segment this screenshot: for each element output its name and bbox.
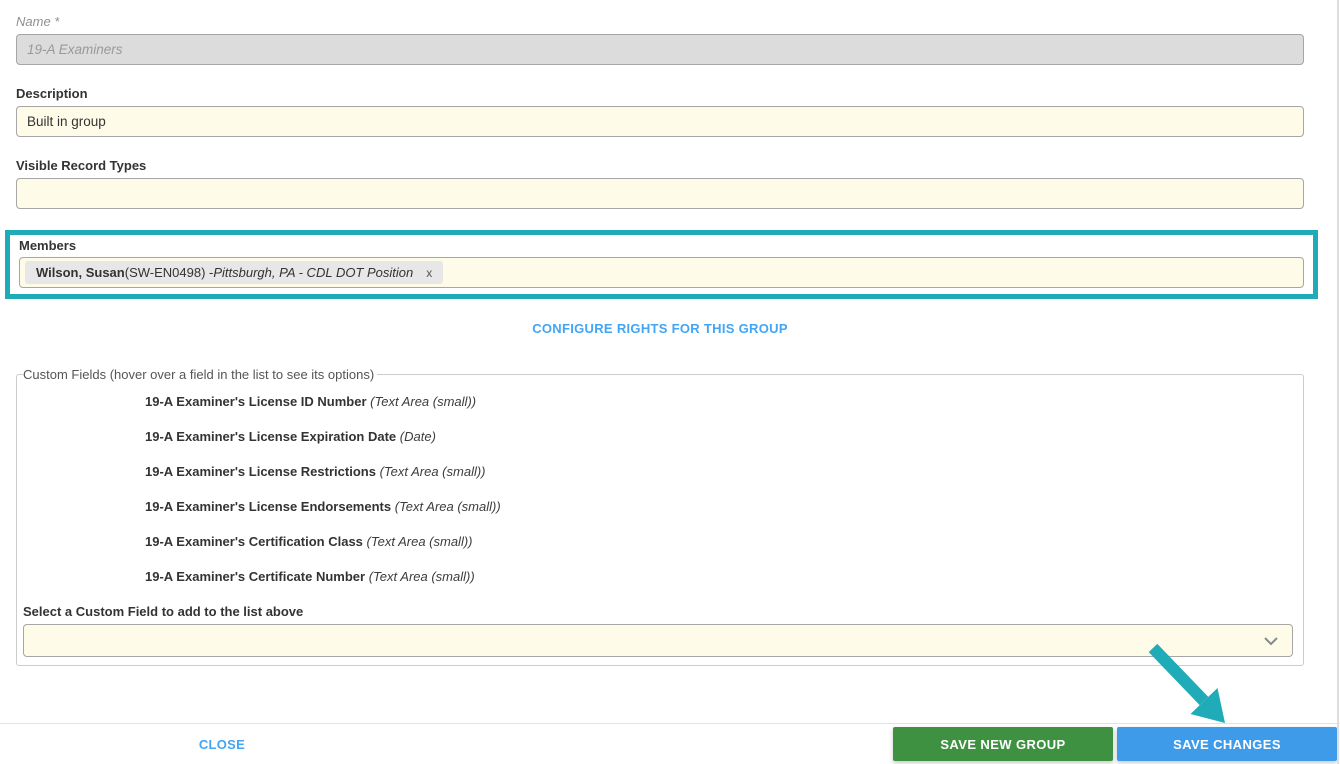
save-new-group-button[interactable]: SAVE NEW GROUP — [893, 727, 1113, 761]
custom-fields-legend: Custom Fields (hover over a field in the… — [23, 367, 375, 382]
description-label: Description — [16, 86, 88, 101]
member-chip-id: (SW-EN0498) - — [124, 265, 214, 280]
configure-rights-link[interactable]: CONFIGURE RIGHTS FOR THIS GROUP — [532, 321, 788, 336]
configure-rights-row: CONFIGURE RIGHTS FOR THIS GROUP — [16, 320, 1304, 338]
name-input — [16, 34, 1304, 65]
custom-field-item[interactable]: 19-A Examiner's Certificate Number (Text… — [145, 569, 1293, 584]
member-chip-name: Wilson, Susan — [36, 265, 125, 280]
description-field-group: Description — [16, 86, 1304, 137]
visible-record-types-field-group: Visible Record Types — [16, 158, 1304, 209]
members-label: Members — [19, 238, 77, 253]
dialog-footer: CLOSE SAVE NEW GROUP SAVE CHANGES — [0, 723, 1340, 764]
custom-field-item[interactable]: 19-A Examiner's License Expiration Date … — [145, 429, 1293, 444]
custom-field-item[interactable]: 19-A Examiner's Certification Class (Tex… — [145, 534, 1293, 549]
custom-field-item[interactable]: 19-A Examiner's License Restrictions (Te… — [145, 464, 1293, 479]
group-edit-form: Name * Description Visible Record Types … — [0, 0, 1340, 666]
description-input[interactable] — [16, 106, 1304, 137]
member-chip: Wilson, Susan (SW-EN0498) - Pittsburgh, … — [25, 261, 444, 284]
custom-fields-fieldset: Custom Fields (hover over a field in the… — [16, 367, 1304, 666]
member-chip-detail: Pittsburgh, PA - CDL DOT Position — [213, 265, 414, 280]
add-custom-field-label: Select a Custom Field to add to the list… — [23, 604, 304, 619]
members-input[interactable]: Wilson, Susan (SW-EN0498) - Pittsburgh, … — [19, 257, 1304, 288]
chevron-down-icon — [1264, 636, 1278, 645]
dialog-right-edge — [1337, 0, 1339, 764]
visible-record-types-label: Visible Record Types — [16, 158, 147, 173]
save-changes-button[interactable]: SAVE CHANGES — [1117, 727, 1337, 761]
name-label: Name * — [16, 14, 60, 29]
close-button[interactable]: CLOSE — [190, 737, 254, 752]
custom-field-item[interactable]: 19-A Examiner's License ID Number (Text … — [145, 394, 1293, 409]
remove-member-icon[interactable]: x — [426, 266, 432, 280]
name-field-group: Name * — [16, 14, 1304, 65]
custom-field-select[interactable] — [23, 624, 1293, 657]
members-highlight-box: Members Wilson, Susan (SW-EN0498) - Pitt… — [5, 230, 1318, 299]
custom-field-item[interactable]: 19-A Examiner's License Endorsements (Te… — [145, 499, 1293, 514]
visible-record-types-input[interactable] — [16, 178, 1304, 209]
custom-fields-list: 19-A Examiner's License ID Number (Text … — [23, 386, 1293, 584]
